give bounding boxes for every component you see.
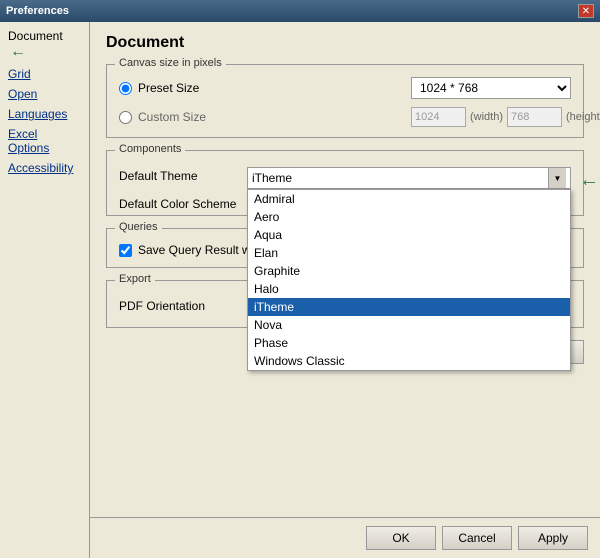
custom-radio[interactable]	[119, 111, 132, 124]
preset-row: Preset Size 1024 * 768 800 * 600 1280 * …	[119, 77, 571, 99]
custom-label: Custom Size	[138, 110, 206, 124]
annotation-arrow: ←	[579, 169, 599, 192]
sidebar-item-document[interactable]: Document ←	[0, 26, 89, 64]
save-query-checkbox[interactable]	[119, 244, 132, 257]
sidebar-item-open[interactable]: Open	[0, 84, 89, 104]
theme-option-nova[interactable]: Nova	[248, 316, 570, 334]
theme-option-aqua[interactable]: Aqua	[248, 226, 570, 244]
cancel-button[interactable]: Cancel	[442, 526, 512, 550]
queries-group-label: Queries	[115, 221, 162, 233]
theme-option-elan[interactable]: Elan	[248, 244, 570, 262]
sidebar-item-grid[interactable]: Grid	[0, 64, 89, 84]
theme-dropdown-arrow[interactable]: ▼	[548, 168, 566, 188]
main-container: Document ← Grid Open Languages Excel Opt…	[0, 22, 600, 558]
pdf-orientation-label: PDF Orientation	[119, 299, 239, 313]
preset-select[interactable]: 1024 * 768 800 * 600 1280 * 1024 1920 * …	[411, 77, 571, 99]
theme-dropdown-list: Admiral Aero Aqua Elan Graphite Halo iTh…	[247, 189, 571, 371]
bottom-bar: OK Cancel Apply	[90, 517, 600, 558]
export-group-label: Export	[115, 273, 155, 285]
components-group: Components Default Theme iTheme ▼ Admira…	[106, 150, 584, 216]
canvas-size-group: Canvas size in pixels Preset Size 1024 *…	[106, 64, 584, 138]
components-group-label: Components	[115, 143, 185, 155]
sidebar-item-accessibility[interactable]: Accessibility	[0, 158, 89, 178]
sidebar: Document ← Grid Open Languages Excel Opt…	[0, 22, 90, 558]
theme-option-admiral[interactable]: Admiral	[248, 190, 570, 208]
theme-dropdown[interactable]: iTheme ▼	[247, 167, 571, 189]
theme-option-windows-classic[interactable]: Windows Classic	[248, 352, 570, 370]
sidebar-item-excel-options[interactable]: Excel Options	[0, 124, 89, 158]
page-title: Document	[106, 34, 584, 52]
theme-row: Default Theme iTheme ▼ Admiral Aero Aqua	[119, 167, 571, 189]
theme-option-halo[interactable]: Halo	[248, 280, 570, 298]
preset-radio[interactable]	[119, 82, 132, 95]
ok-button[interactable]: OK	[366, 526, 436, 550]
theme-dropdown-wrapper: iTheme ▼ Admiral Aero Aqua Elan Graphite…	[247, 167, 571, 189]
width-label: (width)	[470, 111, 503, 123]
theme-option-itheme[interactable]: iTheme	[248, 298, 570, 316]
height-input[interactable]	[507, 107, 562, 127]
content-area: Document Canvas size in pixels Preset Si…	[90, 22, 600, 517]
arrow-icon: ←	[10, 43, 26, 61]
sidebar-item-languages[interactable]: Languages	[0, 104, 89, 124]
preset-label: Preset Size	[138, 81, 199, 95]
custom-row: Custom Size (width) (height)	[119, 107, 571, 127]
canvas-group-label: Canvas size in pixels	[115, 57, 226, 69]
title-bar: Preferences ✕	[0, 0, 600, 22]
width-input[interactable]	[411, 107, 466, 127]
color-scheme-label: Default Color Scheme	[119, 195, 239, 211]
theme-option-graphite[interactable]: Graphite	[248, 262, 570, 280]
theme-option-phase[interactable]: Phase	[248, 334, 570, 352]
apply-button[interactable]: Apply	[518, 526, 588, 550]
theme-label: Default Theme	[119, 167, 239, 183]
close-button[interactable]: ✕	[578, 4, 594, 18]
title-bar-title: Preferences	[6, 5, 69, 17]
theme-option-aero[interactable]: Aero	[248, 208, 570, 226]
height-label: (height)	[566, 111, 600, 123]
